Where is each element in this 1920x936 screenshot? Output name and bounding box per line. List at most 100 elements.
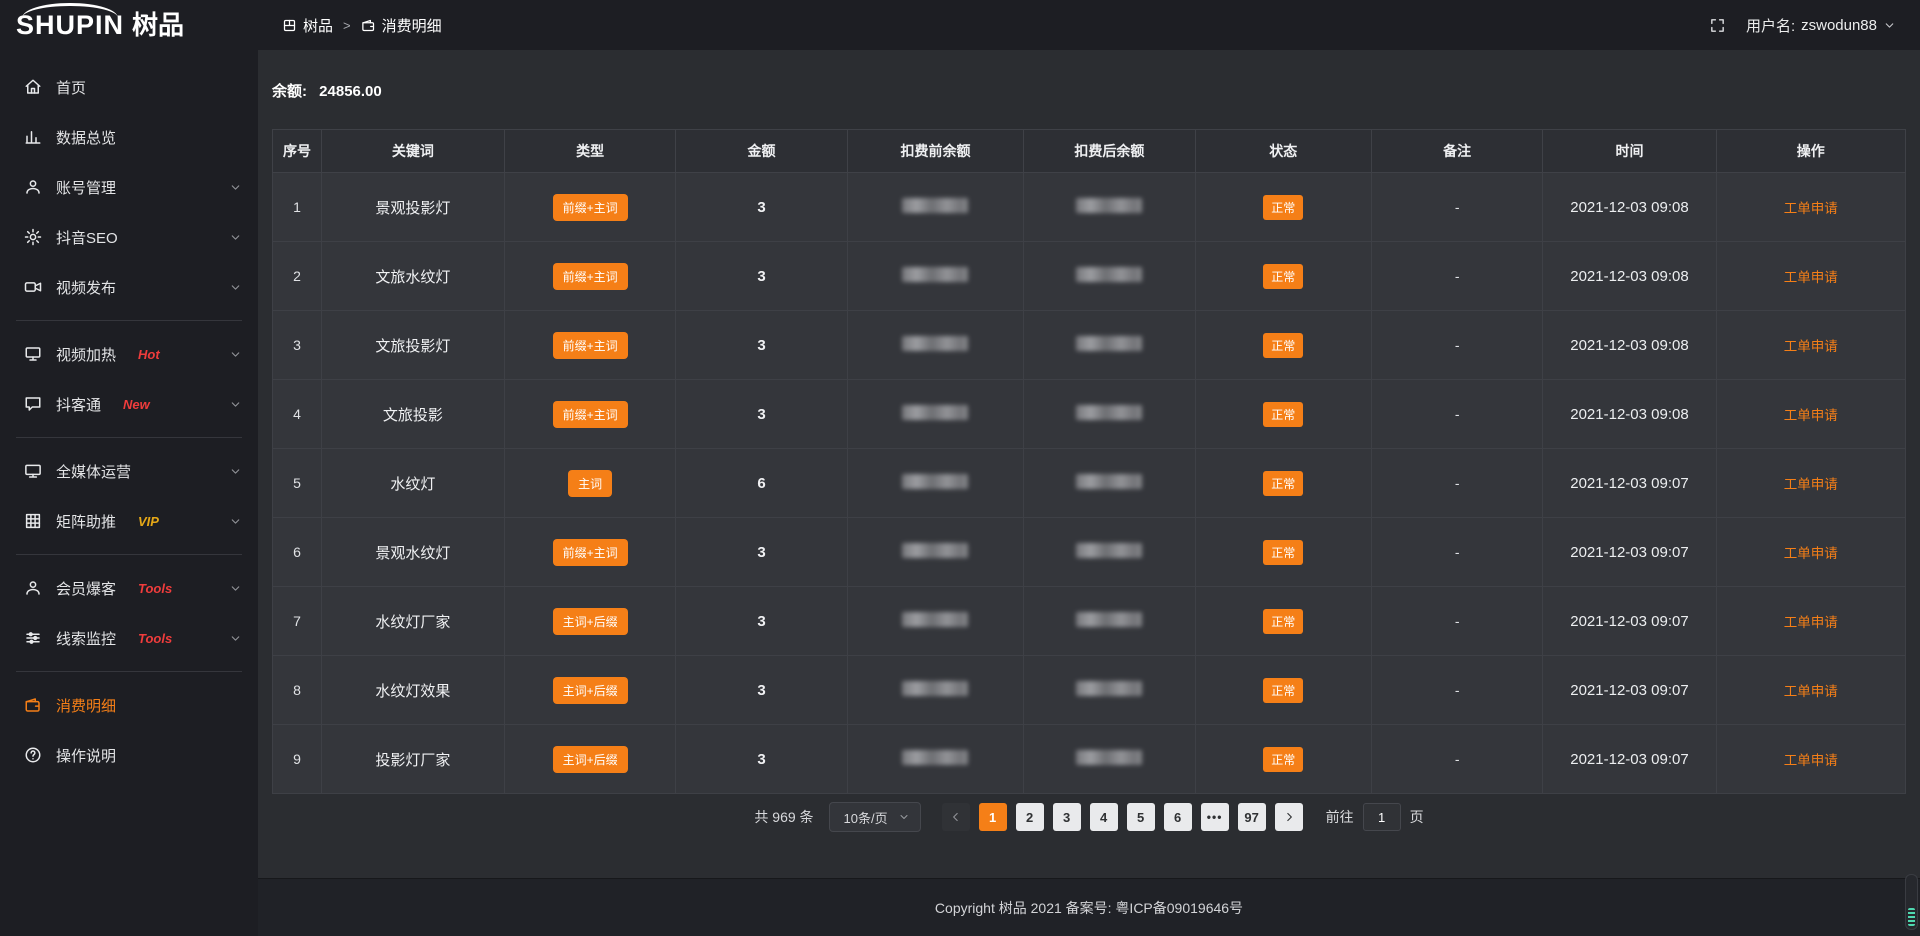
prev-page-button[interactable] bbox=[942, 803, 970, 831]
balance-before-cell bbox=[847, 518, 1023, 587]
page-size-select[interactable]: 10条/页 bbox=[829, 802, 921, 832]
sidebar-item-screen[interactable]: 视频加热 Hot bbox=[0, 329, 258, 379]
main-area: 树品>消费明细 用户名: zswodun88 余额: 24856.00 序号关键… bbox=[258, 0, 1920, 936]
ticket-request-link[interactable]: 工单申请 bbox=[1784, 477, 1838, 492]
keyword-cell: 景观投影灯 bbox=[321, 173, 504, 242]
sidebar-item-label: 会员爆客 bbox=[56, 578, 116, 599]
time-cell: 2021-12-03 09:08 bbox=[1543, 173, 1716, 242]
sidebar-item-label: 账号管理 bbox=[56, 177, 116, 198]
balance-before-cell bbox=[847, 587, 1023, 656]
page-button-3[interactable]: 3 bbox=[1053, 803, 1081, 831]
sidebar-item-label: 首页 bbox=[56, 77, 86, 98]
breadcrumb: 树品 > 消费明细 bbox=[282, 15, 442, 36]
sidebar-divider bbox=[16, 320, 242, 321]
balance-after-cell bbox=[1024, 587, 1195, 656]
ticket-request-link[interactable]: 工单申请 bbox=[1784, 546, 1838, 561]
chevron-down-icon bbox=[229, 465, 242, 478]
page-button-5[interactable]: 5 bbox=[1127, 803, 1155, 831]
breadcrumb-item[interactable]: 树品 bbox=[282, 15, 333, 36]
sidebar-item-grid[interactable]: 矩阵助推VIP bbox=[0, 496, 258, 546]
breadcrumb-item[interactable]: 消费明细 bbox=[361, 15, 442, 36]
amount-cell: 3 bbox=[676, 380, 847, 449]
chevron-down-icon bbox=[229, 281, 242, 294]
page-button-2[interactable]: 2 bbox=[1016, 803, 1044, 831]
sidebar-divider bbox=[16, 671, 242, 672]
type-badge: 主词+后缀 bbox=[553, 677, 628, 704]
ticket-request-link[interactable]: 工单申请 bbox=[1784, 615, 1838, 630]
topbar: 树品 > 消费明细 用户名: zswodun88 bbox=[258, 0, 1920, 50]
sidebar-item-sliders[interactable]: 线索监控Tools bbox=[0, 613, 258, 663]
time-cell: 2021-12-03 09:08 bbox=[1543, 311, 1716, 380]
pagination-total: 共 969 条 bbox=[754, 807, 813, 827]
ticket-request-link[interactable]: 工单申请 bbox=[1784, 339, 1838, 354]
sidebar-item-video[interactable]: 视频发布 bbox=[0, 262, 258, 312]
sidebar-item-comment[interactable]: 抖客通New bbox=[0, 379, 258, 429]
sidebar-item-user[interactable]: 账号管理 bbox=[0, 162, 258, 212]
type-badge: 前缀+主词 bbox=[553, 539, 628, 566]
sidebar-item-monitor[interactable]: 全媒体运营 bbox=[0, 446, 258, 496]
action-cell: 工单申请 bbox=[1716, 518, 1906, 587]
remark-cell: - bbox=[1371, 449, 1542, 518]
remark-cell: - bbox=[1371, 725, 1542, 794]
table-row: 3文旅投影灯前缀+主词3正常-2021-12-03 09:08工单申请 bbox=[273, 311, 1906, 380]
sidebar-item-home[interactable]: 首页 bbox=[0, 62, 258, 112]
row-index: 2 bbox=[273, 242, 322, 311]
breadcrumb-label: 树品 bbox=[303, 15, 333, 36]
status-badge: 正常 bbox=[1263, 333, 1303, 358]
page-ellipsis-button[interactable]: ••• bbox=[1201, 803, 1229, 831]
keyword-cell: 文旅投影 bbox=[321, 380, 504, 449]
ticket-request-link[interactable]: 工单申请 bbox=[1784, 408, 1838, 423]
scrollbar-widget[interactable] bbox=[1905, 874, 1918, 930]
status-cell: 正常 bbox=[1195, 242, 1371, 311]
ticket-request-link[interactable]: 工单申请 bbox=[1784, 684, 1838, 699]
next-page-button[interactable] bbox=[1275, 803, 1303, 831]
sidebar-item-user2[interactable]: 会员爆客 Tools bbox=[0, 563, 258, 613]
table-row: 5水纹灯主词6正常-2021-12-03 09:07工单申请 bbox=[273, 449, 1906, 518]
sidebar-item-question[interactable]: 操作说明 bbox=[0, 730, 258, 780]
footer: Copyright 树品 2021 备案号: 粤ICP备09019646号 bbox=[258, 878, 1920, 936]
row-index: 4 bbox=[273, 380, 322, 449]
page-button-97[interactable]: 97 bbox=[1238, 803, 1266, 831]
amount-cell: 6 bbox=[676, 449, 847, 518]
amount-cell: 3 bbox=[676, 725, 847, 794]
page-button-4[interactable]: 4 bbox=[1090, 803, 1118, 831]
grid-icon bbox=[24, 512, 42, 530]
sidebar-nav: 首页数据总览账号管理抖音SEO视频发布视频加热 Hot 抖客通New 全媒体运营矩阵助… bbox=[0, 62, 258, 780]
column-header: 扣费后余额 bbox=[1024, 130, 1195, 173]
remark-cell: - bbox=[1371, 242, 1542, 311]
sidebar-item-gear[interactable]: 抖音SEO bbox=[0, 212, 258, 262]
sidebar-item-wallet[interactable]: 消费明细 bbox=[0, 680, 258, 730]
app-logo[interactable]: SHUPIN 树品 bbox=[0, 0, 258, 50]
sidebar-item-badge: Tools bbox=[138, 581, 172, 596]
time-cell: 2021-12-03 09:08 bbox=[1543, 380, 1716, 449]
time-cell: 2021-12-03 09:07 bbox=[1543, 656, 1716, 725]
chevron-down-icon bbox=[229, 231, 242, 244]
goto-page-input[interactable] bbox=[1363, 803, 1401, 831]
breadcrumb-label: 消费明细 bbox=[382, 15, 442, 36]
page-button-1[interactable]: 1 bbox=[979, 803, 1007, 831]
ticket-request-link[interactable]: 工单申请 bbox=[1784, 753, 1838, 768]
balance-before-blurred bbox=[902, 405, 968, 420]
sidebar-item-badge: Hot bbox=[138, 347, 160, 362]
ticket-request-link[interactable]: 工单申请 bbox=[1784, 270, 1838, 285]
column-header: 备注 bbox=[1371, 130, 1542, 173]
action-cell: 工单申请 bbox=[1716, 656, 1906, 725]
column-header: 关键词 bbox=[321, 130, 504, 173]
row-index: 5 bbox=[273, 449, 322, 518]
sidebar-item-badge: Tools bbox=[138, 631, 172, 646]
user-menu[interactable]: 用户名: zswodun88 bbox=[1746, 15, 1896, 36]
status-cell: 正常 bbox=[1195, 725, 1371, 794]
sidebar-item-label: 视频加热 bbox=[56, 344, 116, 365]
balance-after-blurred bbox=[1076, 612, 1142, 627]
fullscreen-icon[interactable] bbox=[1709, 17, 1726, 34]
balance-after-blurred bbox=[1076, 198, 1142, 213]
balance-after-blurred bbox=[1076, 405, 1142, 420]
breadcrumb-separator: > bbox=[343, 18, 351, 33]
sidebar-item-chart[interactable]: 数据总览 bbox=[0, 112, 258, 162]
amount-cell: 3 bbox=[676, 311, 847, 380]
status-badge: 正常 bbox=[1263, 402, 1303, 427]
content: 余额: 24856.00 序号关键词类型金额扣费前余额扣费后余额状态备注时间操作… bbox=[258, 50, 1920, 878]
page-button-6[interactable]: 6 bbox=[1164, 803, 1192, 831]
sidebar-item-label: 操作说明 bbox=[56, 745, 116, 766]
ticket-request-link[interactable]: 工单申请 bbox=[1784, 201, 1838, 216]
